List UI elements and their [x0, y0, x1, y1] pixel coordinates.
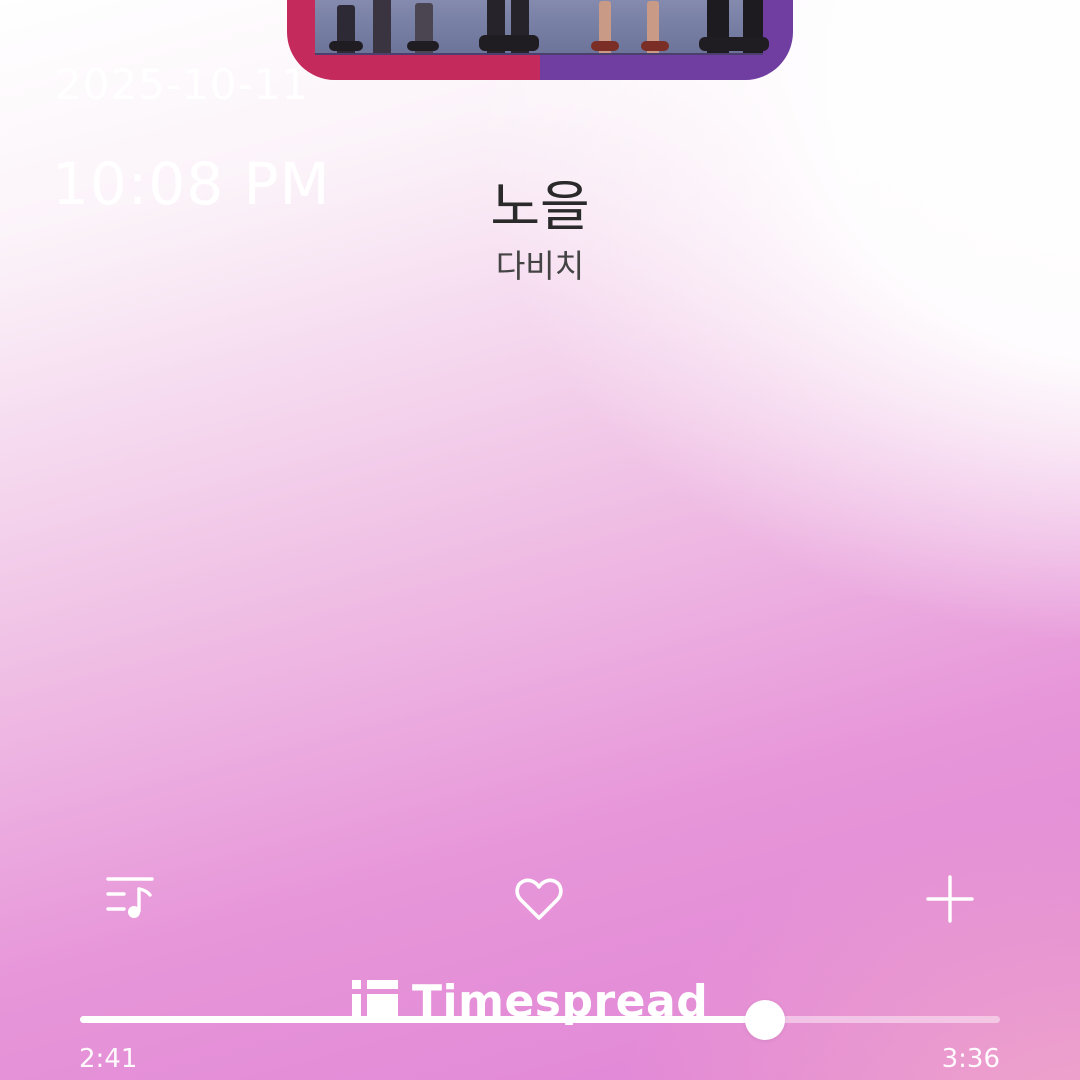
artist-name: 다비치 [495, 247, 585, 285]
elapsed-time: 2:41 [79, 1044, 138, 1074]
song-title: 노을 [490, 175, 590, 238]
playlist-button[interactable] [104, 873, 156, 925]
playlist-music-icon [106, 877, 154, 918]
seek-thumb[interactable] [745, 1000, 786, 1040]
album-photo [315, 0, 769, 55]
like-button[interactable] [513, 873, 565, 925]
watermark: Timespread [352, 975, 708, 1027]
timespread-logo-icon [352, 980, 398, 1022]
add-button[interactable] [924, 873, 976, 925]
plus-icon [926, 875, 974, 923]
watermark-text: Timespread [412, 975, 709, 1027]
album-art [287, 0, 793, 80]
heart-outline-icon [515, 878, 563, 920]
total-time: 3:36 [941, 1044, 1000, 1074]
date-overlay: 2025-10-11 [55, 60, 310, 109]
